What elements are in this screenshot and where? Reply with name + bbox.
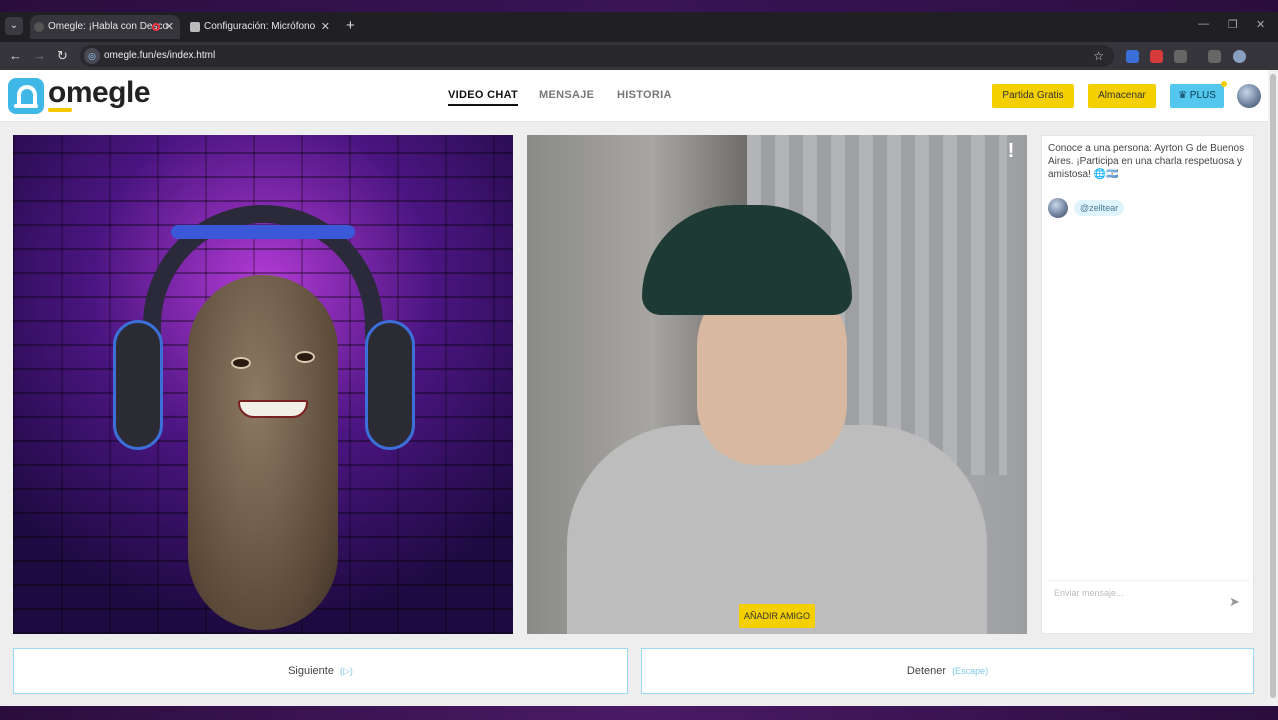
page-content: omegle VIDEO CHAT MENSAJE HISTORIA Parti… [0, 70, 1268, 706]
next-hint: (▷) [339, 666, 353, 676]
chat-input-area: ➤ [1048, 580, 1249, 626]
chat-panel: Conoce a una persona: Ayrton G de Buenos… [1041, 135, 1254, 634]
bookmark-star-icon[interactable]: ☆ [1093, 45, 1104, 67]
logo-text: omegle [48, 76, 151, 109]
almacenar-button[interactable]: Almacenar [1088, 84, 1156, 108]
report-button[interactable]: ! [1001, 141, 1021, 161]
new-tab-icon[interactable]: + [346, 18, 355, 34]
left-earcup [113, 320, 163, 450]
close-tab-icon[interactable]: ✕ [321, 15, 330, 39]
omegle-favicon-icon [34, 22, 44, 32]
nav-historia[interactable]: HISTORIA [617, 89, 672, 101]
partida-gratis-button[interactable]: Partida Gratis [992, 84, 1074, 108]
extensions-puzzle-icon[interactable] [1174, 50, 1187, 63]
close-window-icon[interactable]: ✕ [1256, 18, 1265, 31]
close-tab-icon[interactable]: ✕ [165, 15, 174, 39]
tab-search-icon[interactable]: ⌄ [5, 17, 23, 35]
send-icon[interactable]: ➤ [1229, 595, 1243, 609]
stop-label: Detener [906, 665, 947, 677]
potato-filter [188, 275, 338, 630]
tab-settings-microphone[interactable]: Configuración: Micrófono ✕ [186, 15, 336, 39]
chat-intro-text: Conoce a una persona: Ayrton G de Buenos… [1048, 143, 1245, 180]
next-button[interactable]: Siguiente (▷) [13, 648, 628, 694]
nav-mensaje[interactable]: MENSAJE [539, 89, 594, 101]
browser-tab-bar: ⌄ Omegle: ¡Habla con Desco ✕ Configuraci… [0, 0, 1278, 42]
left-eye [231, 357, 251, 369]
stop-hint: (Escape) [952, 666, 989, 676]
recording-icon [152, 23, 160, 31]
stop-button[interactable]: Detener (Escape) [641, 648, 1254, 694]
omegle-logo-icon [8, 78, 44, 114]
tab-omegle[interactable]: Omegle: ¡Habla con Desco ✕ [30, 15, 180, 39]
message-input[interactable] [1048, 581, 1223, 605]
right-eye [295, 351, 315, 363]
extension-record-icon[interactable] [1150, 50, 1163, 63]
right-earcup [365, 320, 415, 450]
logo-underline [48, 108, 72, 112]
minimize-icon[interactable]: — [1198, 18, 1209, 30]
remote-video: ! AÑADIR AMIGO [527, 135, 1027, 634]
restore-icon[interactable]: ❐ [1228, 18, 1238, 31]
local-video [13, 135, 513, 634]
url-text: omegle.fun/es/index.html [104, 50, 216, 61]
address-bar: ← → ↻ ◎ omegle.fun/es/index.html ☆ [0, 42, 1278, 70]
user-avatar[interactable] [1237, 84, 1261, 108]
media-controls-icon[interactable] [1208, 50, 1221, 63]
stranger-avatar [1048, 198, 1068, 218]
reload-icon[interactable]: ↻ [57, 47, 68, 65]
nav-video-chat[interactable]: VIDEO CHAT [448, 89, 519, 106]
plus-label: ♛ PLUS [1178, 90, 1216, 101]
profile-icon[interactable] [1233, 50, 1246, 63]
stranger-username: @zelltear [1074, 200, 1125, 216]
tab-title: Omegle: ¡Habla con Desco [48, 21, 169, 32]
scrollbar-thumb[interactable] [1270, 74, 1276, 698]
back-icon[interactable]: ← [9, 47, 22, 65]
site-info-icon[interactable]: ◎ [84, 48, 100, 64]
omnibox[interactable]: ◎ omegle.fun/es/index.html ☆ [80, 45, 1114, 67]
forward-icon[interactable]: → [33, 47, 46, 65]
gear-icon [190, 22, 200, 32]
add-friend-button[interactable]: AÑADIR AMIGO [739, 604, 815, 628]
tab-title: Configuración: Micrófono [204, 21, 316, 32]
next-label: Siguiente [288, 665, 334, 677]
site-header: omegle VIDEO CHAT MENSAJE HISTORIA Parti… [0, 70, 1268, 122]
extension-icon[interactable] [1126, 50, 1139, 63]
page-scrollbar[interactable] [1268, 70, 1278, 706]
plus-button[interactable]: ♛ PLUS [1170, 81, 1227, 108]
desktop-background [0, 706, 1278, 720]
mouth [238, 400, 308, 418]
notification-dot [1221, 81, 1227, 87]
